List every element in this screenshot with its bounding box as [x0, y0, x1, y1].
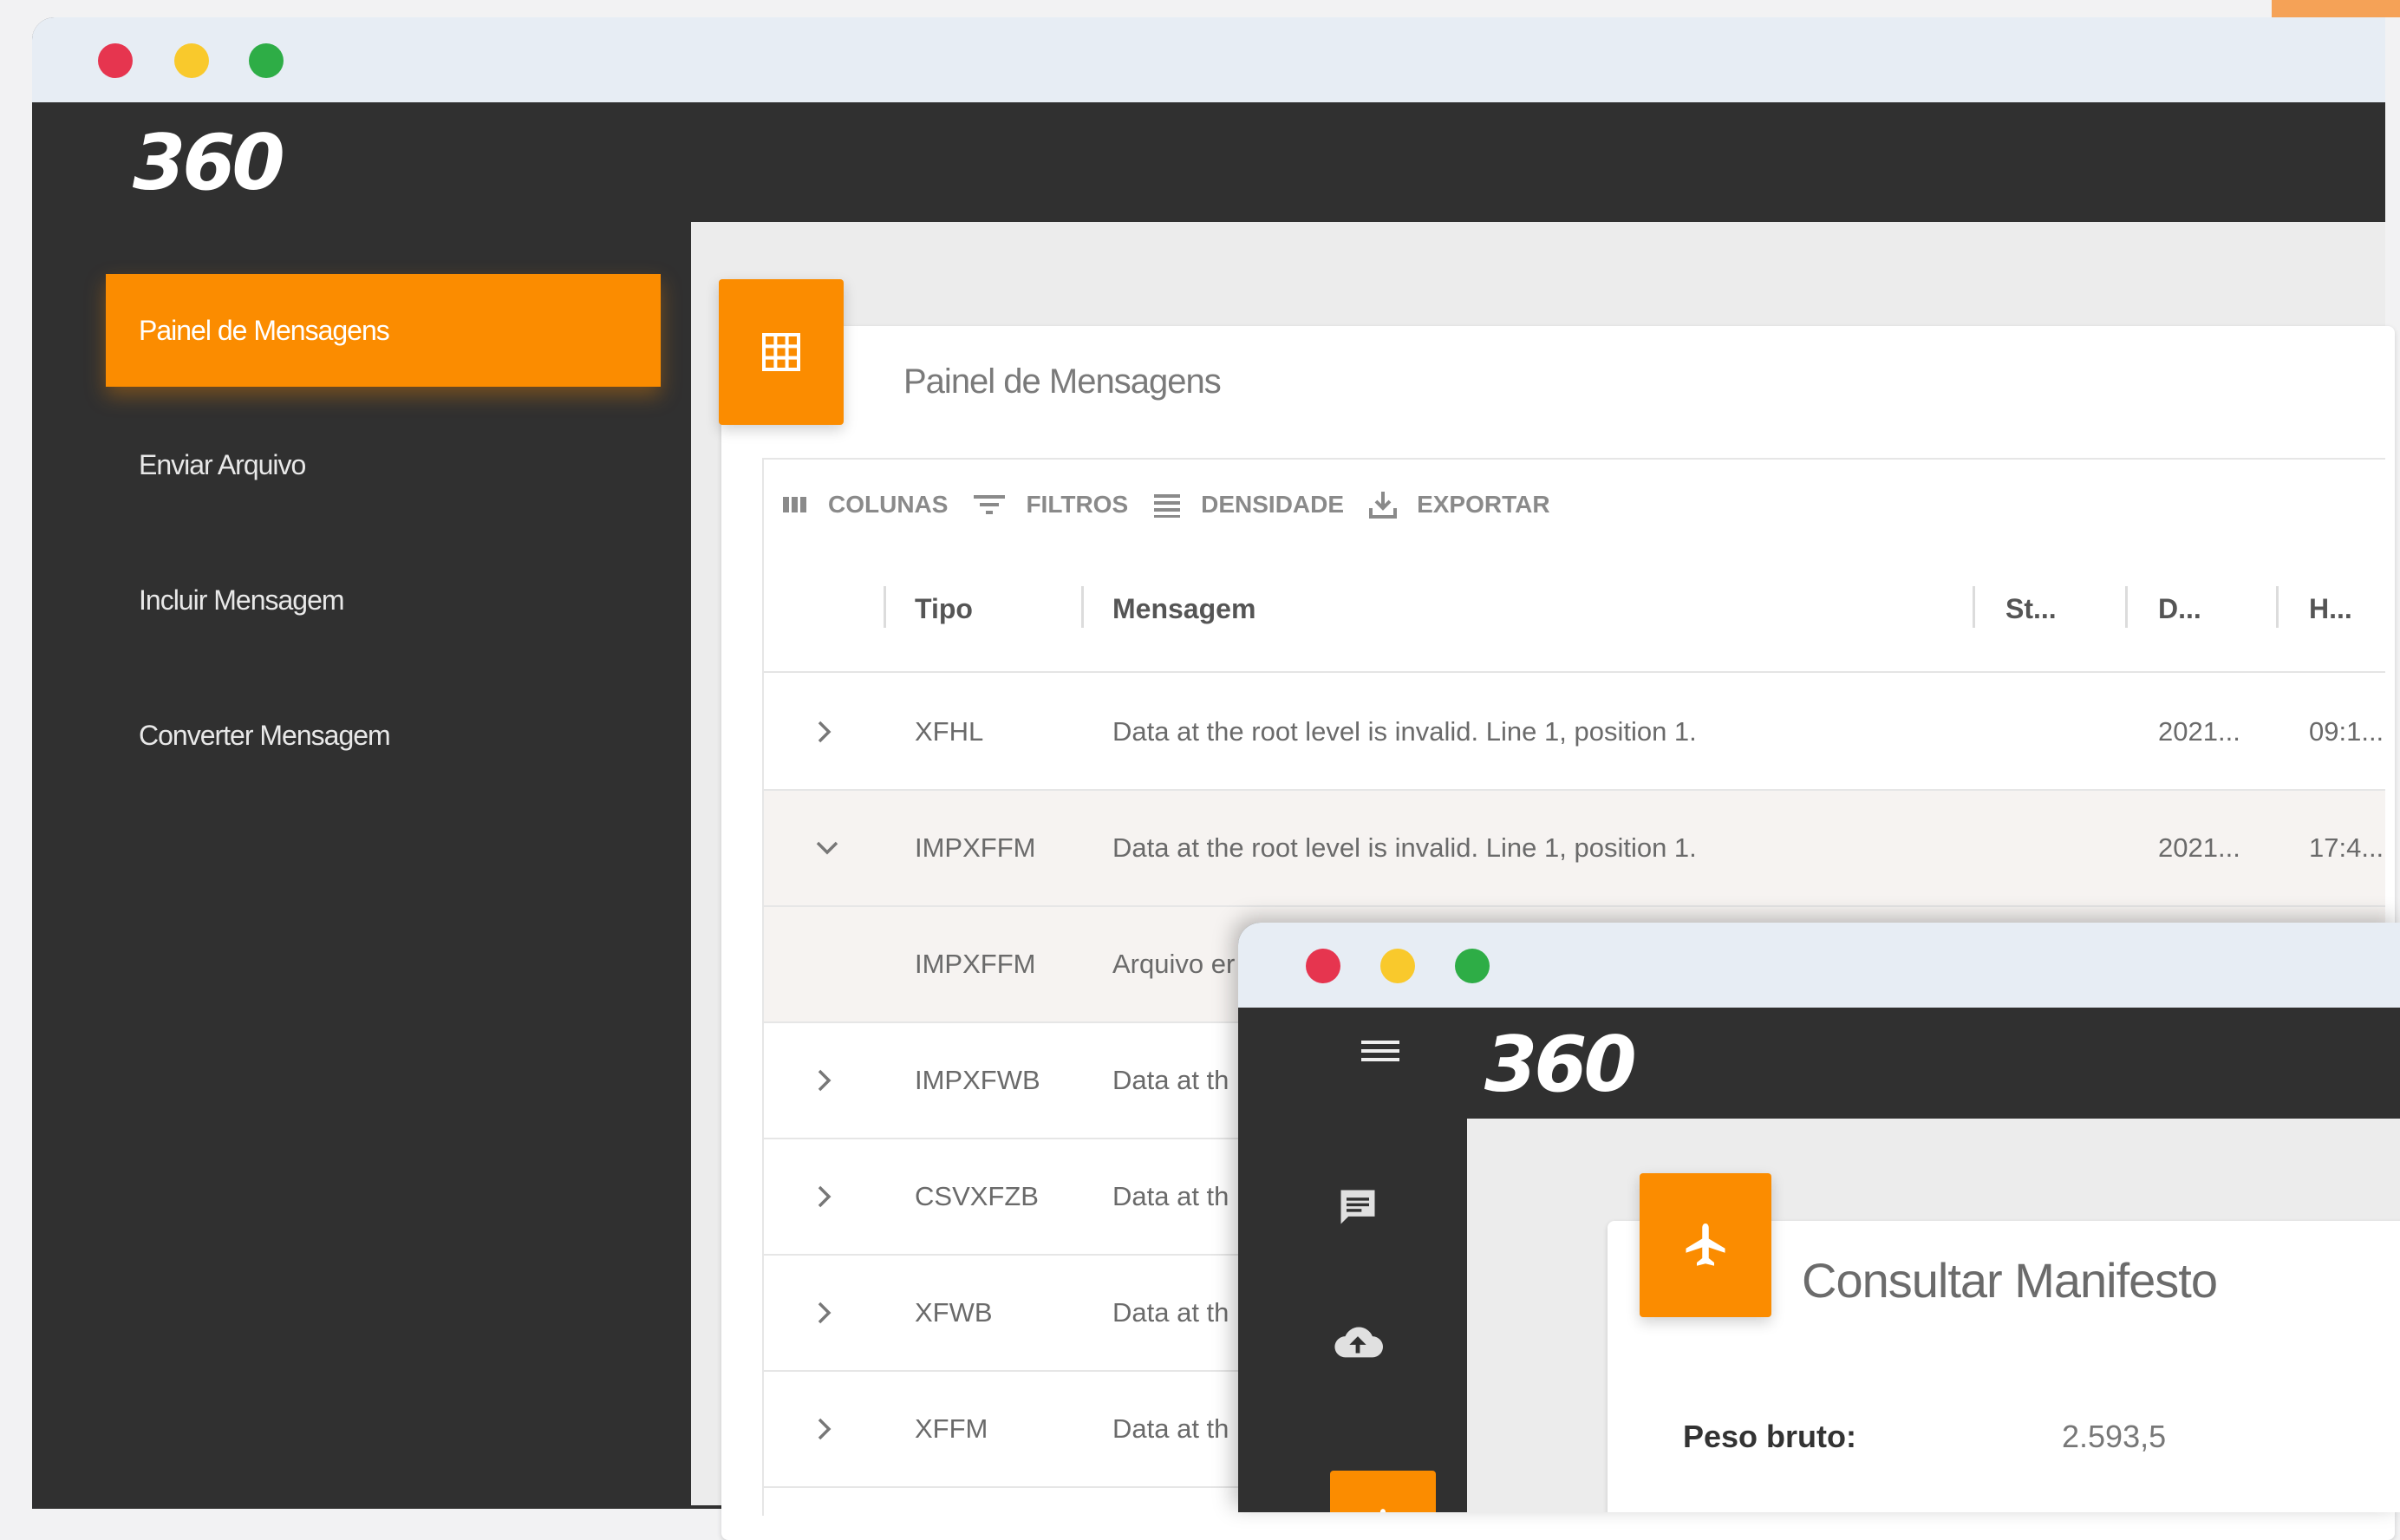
filters-button[interactable]: FILTROS [972, 491, 1128, 519]
sidebar-item-label: Incluir Mensagem [139, 584, 345, 616]
sidebar-item-painel-de-mensagens[interactable]: Painel de Mensagens [106, 274, 661, 387]
cell-tipo: XFHL [915, 716, 984, 747]
columns-icon [781, 493, 809, 517]
expand-row-button[interactable] [814, 1372, 835, 1486]
maximize-window-button[interactable] [1455, 949, 1490, 983]
back-window-topbar: 360 [32, 102, 2385, 220]
cell-mensagem: Arquivo er [1112, 949, 1236, 979]
cell-tipo: XFWB [915, 1297, 993, 1328]
chevron-right-icon [818, 1069, 832, 1092]
column-header-mensagem[interactable]: Mensagem [1112, 593, 1255, 625]
chevron-right-icon [818, 1185, 832, 1208]
filters-label: FILTROS [1026, 491, 1129, 518]
cell-mensagem: Data at th [1112, 1065, 1229, 1095]
logo-360: 360 [133, 118, 289, 207]
column-header-data[interactable]: D... [2158, 593, 2201, 625]
grid-toolbar: COLUNAS FILTROS DENSIDADE EXPORTAR [764, 460, 2385, 550]
front-window-titlebar [1238, 923, 2400, 1008]
table-row[interactable]: IMPXFFM Data at the root level is invali… [764, 791, 2385, 907]
column-header-status[interactable]: St... [2005, 593, 2057, 625]
cell-tipo: IMPXFFM [915, 949, 1036, 979]
expand-row-button[interactable] [814, 1023, 835, 1138]
chevron-right-icon [818, 1418, 832, 1440]
columns-label: COLUNAS [828, 491, 949, 518]
export-button[interactable]: EXPORTAR [1368, 489, 1550, 520]
density-button[interactable]: DENSIDADE [1152, 491, 1344, 519]
close-window-button[interactable] [98, 43, 133, 78]
sidebar-item-enviar-arquivo[interactable]: Enviar Arquivo [106, 408, 661, 522]
menu-icon[interactable] [1360, 1034, 1401, 1073]
logo-text: 360 [133, 118, 285, 207]
cell-tipo: IMPXFFM [915, 832, 1036, 863]
close-window-button[interactable] [1306, 949, 1340, 983]
page-title: Painel de Mensagens [903, 362, 1222, 401]
airplane-icon[interactable] [1330, 1471, 1436, 1512]
download-icon [1368, 489, 1398, 520]
column-separator[interactable] [1973, 586, 1975, 628]
manifest-title: Consultar Manifesto [1802, 1253, 2218, 1308]
density-icon [1152, 491, 1182, 519]
sidebar-item-converter-mensagem[interactable]: Converter Mensagem [106, 678, 661, 793]
airplane-icon [1640, 1173, 1771, 1317]
sidebar: Painel de Mensagens Enviar Arquivo Inclu… [32, 220, 691, 1509]
density-label: DENSIDADE [1201, 491, 1345, 518]
peso-bruto-value: 2.593,5 [2062, 1419, 2167, 1454]
columns-button[interactable]: COLUNAS [781, 491, 948, 519]
column-separator[interactable] [2276, 586, 2279, 628]
cell-tipo: IMPXFWB [915, 1065, 1040, 1095]
sidebar-item-label: Converter Mensagem [139, 719, 391, 751]
cell-data: 2021... [2158, 832, 2240, 863]
back-window-titlebar [32, 17, 2385, 102]
cell-tipo: XFFM [915, 1413, 988, 1444]
minimize-window-button[interactable] [174, 43, 209, 78]
cell-hora: 17:4... [2309, 832, 2384, 863]
grid-header: Tipo Mensagem St... D... H... [764, 550, 2385, 673]
column-separator[interactable] [1081, 586, 1084, 628]
cell-mensagem: Data at th [1112, 1297, 1229, 1328]
cell-mensagem: Data at th [1112, 1181, 1229, 1211]
column-header-hora[interactable]: H... [2309, 593, 2352, 625]
logo-text: 360 [1484, 1020, 1637, 1109]
table-row[interactable]: XFHL Data at the root level is invalid. … [764, 675, 2385, 791]
sidebar-item-label: Painel de Mensagens [139, 314, 390, 346]
export-label: EXPORTAR [1417, 491, 1550, 518]
front-window: 360 Consultar Manifesto Peso bruto: 2.59… [1238, 923, 2400, 1512]
expand-row-button[interactable] [814, 1139, 835, 1254]
message-icon[interactable] [1332, 1181, 1384, 1233]
front-main-content [1467, 1119, 2400, 1512]
front-sidebar [1238, 1119, 1467, 1512]
cell-mensagem: Data at the root level is invalid. Line … [1112, 716, 1697, 747]
cloud-upload-icon[interactable] [1332, 1315, 1384, 1367]
cell-mensagem: Data at the root level is invalid. Line … [1112, 832, 1697, 863]
filter-icon [972, 491, 1007, 519]
cell-mensagem: Data at th [1112, 1413, 1229, 1444]
expand-row-button[interactable] [814, 675, 835, 789]
chevron-right-icon [818, 1302, 832, 1324]
cell-hora: 09:1... [2309, 716, 2384, 747]
logo-360: 360 [1484, 1020, 1640, 1109]
sidebar-item-incluir-mensagem[interactable]: Incluir Mensagem [106, 543, 661, 657]
peso-bruto-label: Peso bruto: [1683, 1419, 1857, 1454]
cell-data: 2021... [2158, 716, 2240, 747]
maximize-window-button[interactable] [249, 43, 284, 78]
chevron-right-icon [818, 721, 832, 743]
corner-accent [2272, 0, 2400, 17]
chevron-down-icon [816, 841, 838, 855]
grid-icon [719, 279, 844, 425]
column-separator[interactable] [2125, 586, 2128, 628]
minimize-window-button[interactable] [1380, 949, 1415, 983]
cell-tipo: CSVXFZB [915, 1181, 1039, 1211]
expand-row-button[interactable] [814, 1256, 835, 1370]
collapse-row-button[interactable] [814, 791, 840, 905]
column-header-tipo[interactable]: Tipo [915, 593, 973, 625]
column-separator[interactable] [884, 586, 886, 628]
front-window-topbar: 360 [1238, 1008, 2400, 1119]
sidebar-item-label: Enviar Arquivo [139, 448, 306, 480]
